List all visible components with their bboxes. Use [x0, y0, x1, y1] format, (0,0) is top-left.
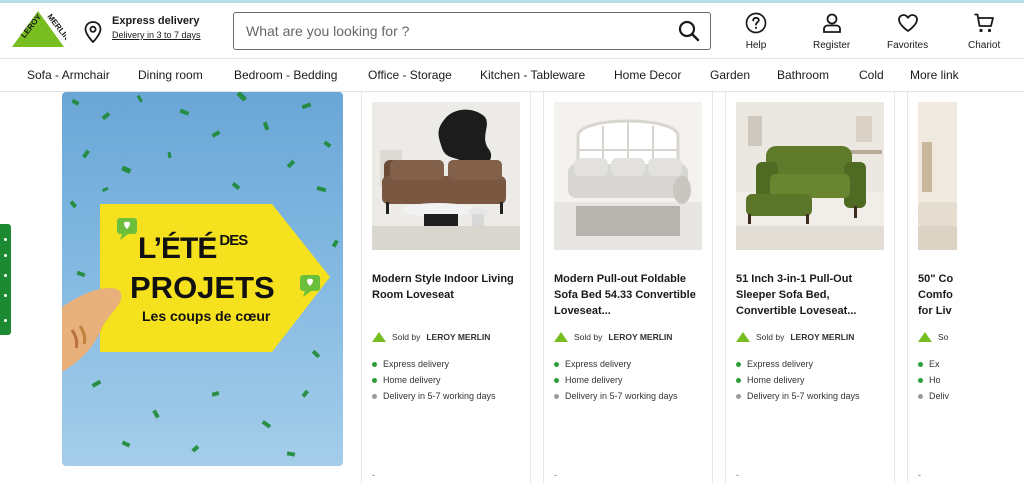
feature-item: Deliv: [918, 391, 949, 401]
heart-icon: [897, 14, 918, 32]
leroy-merlin-mini-logo: [918, 332, 932, 342]
product-title[interactable]: Modern Style Indoor Living Room Loveseat: [372, 271, 524, 303]
nav-item-cold[interactable]: Cold: [859, 68, 884, 82]
nav-item-sofa-armchair[interactable]: Sofa - Armchair: [27, 68, 110, 82]
feature-item: Home delivery: [372, 375, 441, 385]
product-image[interactable]: [372, 102, 520, 250]
product-title[interactable]: Modern Pull-out Foldable Sofa Bed 54.33 …: [554, 271, 706, 319]
feature-item: Ho: [918, 375, 941, 385]
promo-headline-line1: L’ÉTÉ DES: [138, 232, 248, 265]
cart-icon: [974, 13, 995, 33]
register-label: Register: [813, 40, 851, 51]
seller-prefix: Sold by: [756, 332, 785, 342]
seller-name: LEROY MERLIN: [790, 332, 855, 342]
seller-prefix: Sold by: [574, 332, 603, 342]
price-placeholder: -: [372, 470, 375, 480]
nav-item-bedroom-bedding[interactable]: Bedroom - Bedding: [234, 68, 337, 82]
feature-item: Ex: [918, 359, 940, 369]
feedback-side-tab[interactable]: [0, 224, 11, 335]
product-card[interactable]: Modern Style Indoor Living Room Loveseat…: [361, 92, 531, 483]
help-button[interactable]: Help: [745, 12, 767, 51]
seller-prefix: Sold by: [392, 332, 421, 342]
nav-item-bathroom[interactable]: Bathroom: [777, 68, 829, 82]
nav-item-kitchen-tableware[interactable]: Kitchen - Tableware: [480, 68, 585, 82]
nav-item-more-link[interactable]: More link: [910, 68, 959, 82]
product-image[interactable]: [918, 102, 957, 250]
product-image[interactable]: [554, 102, 702, 250]
feature-item: Delivery in 5-7 working days: [554, 391, 678, 401]
nav-item-dining-room[interactable]: Dining room: [138, 68, 203, 82]
promo-banner[interactable]: L’ÉTÉ DES PROJETS Les coups de cœur: [62, 92, 343, 466]
seller-name: LEROY MERLIN: [608, 332, 673, 342]
leroy-merlin-logo[interactable]: LEROY MERLIN: [10, 9, 66, 49]
feature-item: Delivery in 5-7 working days: [372, 391, 496, 401]
feature-item: Express delivery: [372, 359, 449, 369]
feature-item: Home delivery: [554, 375, 623, 385]
price-placeholder: -: [918, 470, 921, 480]
feature-item: Home delivery: [736, 375, 805, 385]
product-card[interactable]: Modern Pull-out Foldable Sofa Bed 54.33 …: [543, 92, 713, 483]
product-title[interactable]: 51 Inch 3-in-1 Pull-Out Sleeper Sofa Bed…: [736, 271, 888, 319]
category-nav: Sofa - Armchair Dining room Bedroom - Be…: [0, 58, 1024, 92]
product-title[interactable]: 50" Co Comfo for Liv: [918, 271, 957, 319]
cart-button[interactable]: Chariot: [968, 12, 1000, 51]
search-bar: [233, 12, 711, 50]
seller-info: Sold by LEROY MERLIN: [554, 332, 672, 342]
favorites-button[interactable]: Favorites: [887, 12, 928, 51]
help-label: Help: [745, 40, 767, 51]
seller-name: LEROY MERLIN: [426, 332, 491, 342]
feature-item: Express delivery: [554, 359, 631, 369]
delivery-title: Express delivery: [112, 15, 200, 27]
nav-item-office-storage[interactable]: Office - Storage: [368, 68, 452, 82]
site-header: LEROY MERLIN Express delivery Delivery i…: [0, 3, 1024, 57]
user-icon: [822, 13, 841, 33]
seller-prefix: So: [938, 332, 949, 342]
delivery-info[interactable]: Express delivery Delivery in 3 to 7 days: [84, 15, 201, 43]
location-pin-icon: [84, 21, 102, 43]
seller-info: So: [918, 332, 948, 342]
seller-info: Sold by LEROY MERLIN: [736, 332, 854, 342]
product-card[interactable]: 51 Inch 3-in-1 Pull-Out Sleeper Sofa Bed…: [725, 92, 895, 483]
promo-headline-line2: PROJETS: [130, 270, 275, 305]
seller-info: Sold by LEROY MERLIN: [372, 332, 490, 342]
search-icon[interactable]: [678, 20, 700, 42]
delivery-subtitle-link[interactable]: Delivery in 3 to 7 days: [112, 30, 201, 40]
price-placeholder: -: [736, 470, 739, 480]
product-card[interactable]: 50" Co Comfo for Liv So Ex Ho Deliv -: [907, 92, 957, 483]
search-input[interactable]: [234, 13, 678, 49]
leroy-merlin-mini-logo: [554, 332, 568, 342]
nav-item-garden[interactable]: Garden: [710, 68, 750, 82]
feature-item: Express delivery: [736, 359, 813, 369]
feature-item: Delivery in 5-7 working days: [736, 391, 860, 401]
register-button[interactable]: Register: [813, 12, 850, 51]
cart-label: Chariot: [968, 40, 1001, 51]
favorites-label: Favorites: [887, 40, 929, 51]
leroy-merlin-mini-logo: [736, 332, 750, 342]
price-placeholder: -: [554, 470, 557, 480]
help-icon: [745, 12, 767, 34]
nav-item-home-decor[interactable]: Home Decor: [614, 68, 681, 82]
promo-subtitle: Les coups de cœur: [142, 308, 271, 324]
product-image[interactable]: [736, 102, 884, 250]
leroy-merlin-mini-logo: [372, 332, 386, 342]
